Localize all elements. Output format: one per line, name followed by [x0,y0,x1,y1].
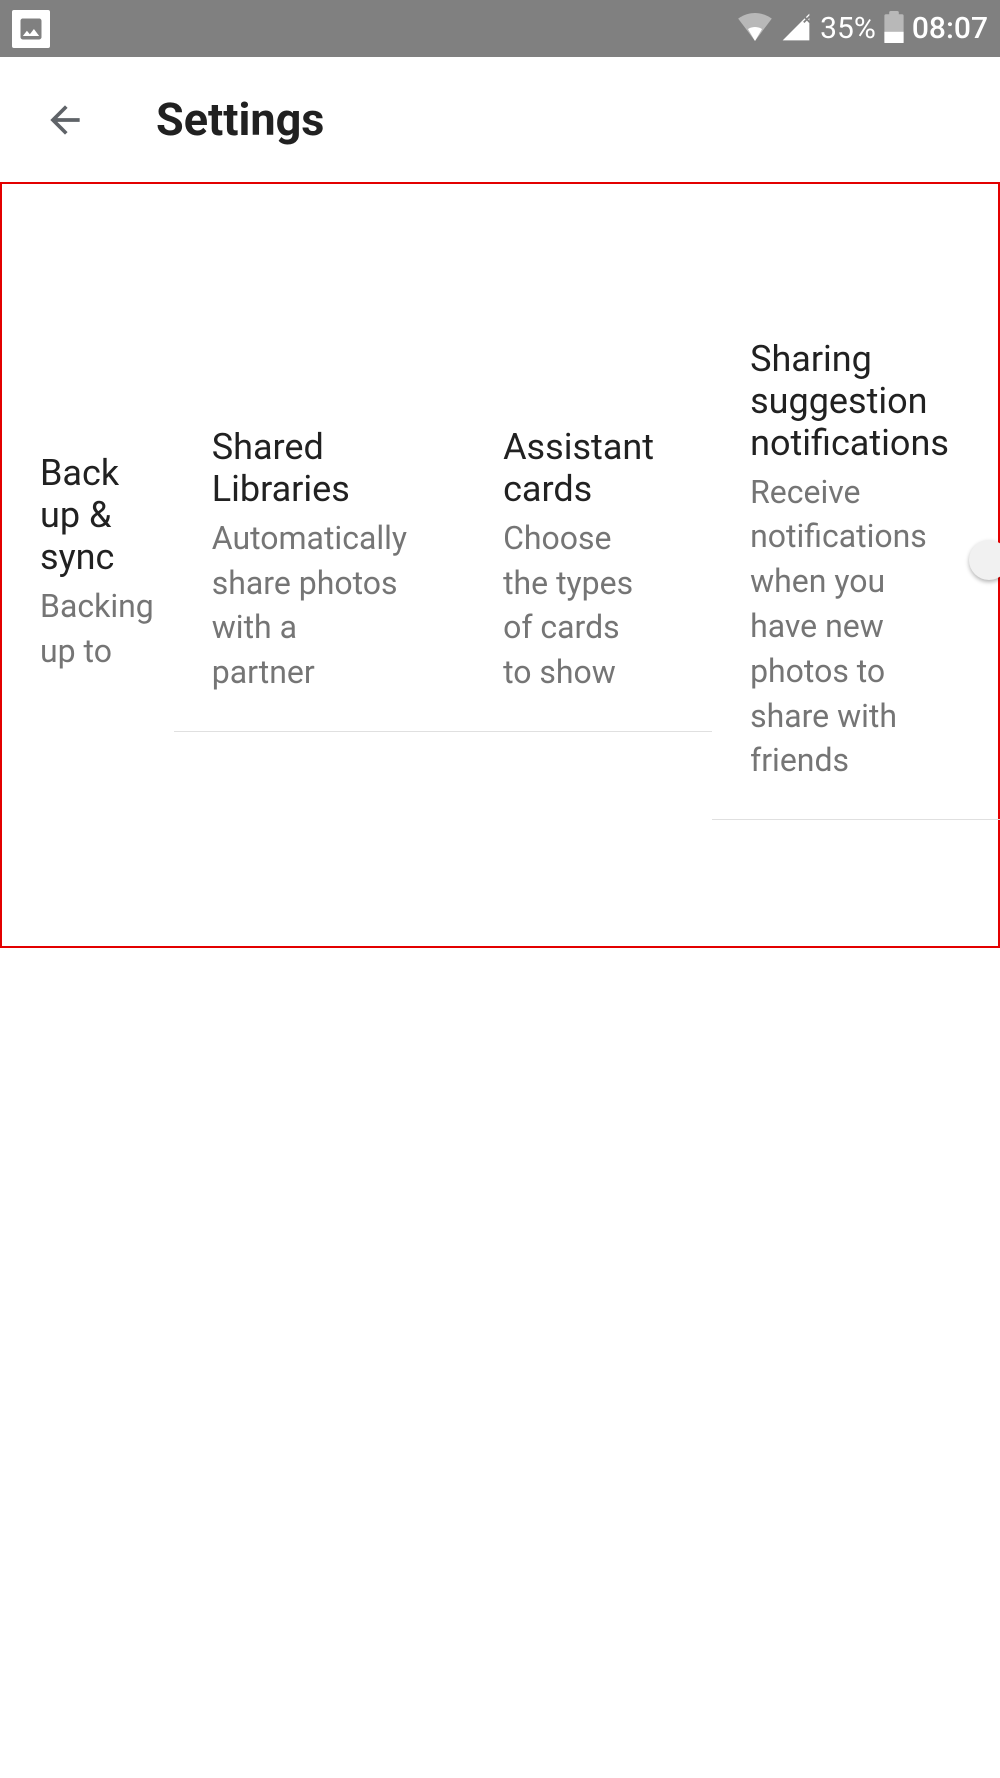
setting-title: Assistant cards [503,426,654,510]
setting-subtitle: Backing up to [40,584,154,674]
setting-subtitle: Receive notifications when you have new … [750,470,949,784]
setting-subtitle: Choose the types of cards to show [503,516,654,695]
page-title: Settings [156,93,324,146]
clock-time: 08:07 [912,11,988,46]
sharing-suggestion-toggle[interactable] [969,540,1000,580]
setting-shared-libraries[interactable]: Shared Libraries Automatically share pho… [174,394,465,732]
photo-notification-icon [12,10,50,48]
setting-title: Sharing suggestion notifications [750,338,949,464]
status-left [12,10,50,48]
setting-sharing-suggestion[interactable]: Sharing suggestion notifications Receive… [712,306,1000,821]
battery-icon [884,11,904,47]
back-button[interactable] [40,95,90,145]
wifi-icon [738,13,772,45]
setting-backup-sync[interactable]: Back up & sync Backing up to Shared Libr… [0,182,1000,948]
setting-title: Back up & sync [40,452,154,578]
battery-percentage: 35% [820,11,876,46]
signal-icon: × [780,11,812,47]
status-right: × 35% 08:07 [738,11,988,47]
settings-list: Back up & sync Backing up to Shared Libr… [0,182,1000,948]
status-bar: × 35% 08:07 [0,0,1000,57]
app-bar: Settings [0,57,1000,182]
setting-assistant-cards[interactable]: Assistant cards Choose the types of card… [465,394,712,732]
svg-text:×: × [803,11,812,28]
setting-title: Shared Libraries [212,426,407,510]
setting-subtitle: Automatically share photos with a partne… [212,516,407,695]
